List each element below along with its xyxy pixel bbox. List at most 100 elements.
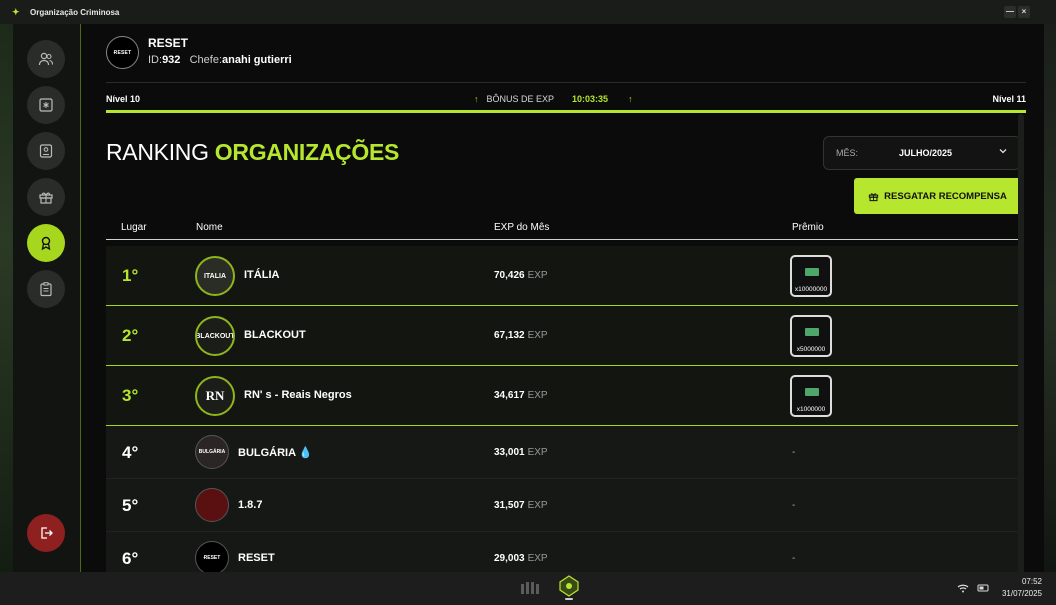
org-id-value: 932 <box>162 54 181 66</box>
avatar-text: ITALIA <box>203 272 227 280</box>
row-place: 6° <box>122 549 139 568</box>
prize-card[interactable]: x5000000 <box>790 315 832 357</box>
row-prize-empty: - <box>792 447 796 458</box>
avatar: ɌESET <box>195 541 229 575</box>
minimize-button[interactable]: — <box>1004 6 1016 18</box>
row-place: 2° <box>122 326 139 345</box>
taskbar-clock[interactable]: 07:52 31/07/2025 <box>1002 576 1042 600</box>
current-level: Nível 10 <box>106 94 141 104</box>
org-row-name: ITÁLIA <box>244 269 280 281</box>
row-exp-value: 29,003 <box>494 553 525 564</box>
row-exp: 33,001 EXP <box>494 447 548 458</box>
system-tray[interactable] <box>956 582 992 594</box>
org-logo: ɌESET <box>106 36 139 69</box>
row-exp-unit: EXP <box>527 553 548 564</box>
sidebar-item-members[interactable] <box>27 40 65 78</box>
col-place: Lugar <box>121 222 147 233</box>
row-exp-value: 34,617 <box>494 390 525 401</box>
row-place: 1° <box>122 266 139 285</box>
avatar-text: RN <box>205 388 225 403</box>
clock-time: 07:52 <box>1021 577 1042 586</box>
clock-date: 31/07/2025 <box>1001 589 1042 598</box>
row-exp-value: 67,132 <box>494 330 525 341</box>
money-icon <box>805 328 819 336</box>
sidebar-item-ranking[interactable] <box>27 224 65 262</box>
ranking-table-header: Lugar Nome EXP do Mês Prêmio <box>106 220 1021 240</box>
sidebar-item-rewards[interactable] <box>27 178 65 216</box>
next-level: Nível 11 <box>992 94 1026 104</box>
month-select[interactable]: MÊS: JULHO/2025 <box>823 136 1021 170</box>
claim-reward-button[interactable]: RESGATAR RECOMPENSA <box>854 178 1021 214</box>
star-box-icon <box>39 98 53 112</box>
logout-icon <box>41 527 53 539</box>
avatar-text: ɌESET <box>203 555 221 561</box>
money-icon <box>805 388 819 396</box>
row-exp-unit: EXP <box>527 447 548 458</box>
page-title: RANKING ORGANIZAÇÕES <box>106 139 399 166</box>
award-icon <box>41 236 51 251</box>
level-progress-bar <box>106 110 1026 113</box>
table-row[interactable]: 5° 1.8.7 31,507 EXP - <box>106 479 1021 532</box>
row-exp: 70,426 EXP <box>494 270 548 281</box>
row-prize-empty: - <box>792 500 796 511</box>
table-row[interactable]: 1° ITALIA ITÁLIA 70,426 EXP x10000000 <box>106 246 1021 306</box>
exp-bonus: ↑ BÔNUS DE EXP 10:03:35 ↑ <box>474 94 633 104</box>
prize-card[interactable]: x1000000 <box>790 375 832 417</box>
avatar: RN <box>195 376 235 416</box>
scrollbar[interactable] <box>1018 114 1024 574</box>
avatar-text: BLACKOUT <box>195 332 235 340</box>
org-row-name: BLACKOUT <box>244 329 306 341</box>
prize-card[interactable]: x10000000 <box>790 255 832 297</box>
sidebar <box>13 24 81 572</box>
title-organizations: ORGANIZAÇÕES <box>214 139 400 165</box>
background-edge-right <box>1044 24 1056 572</box>
avatar <box>195 488 229 522</box>
window-title: Organização Criminosa <box>30 7 120 17</box>
taskbar-game-icon[interactable] <box>557 574 581 598</box>
table-row[interactable]: 4° BULGÁRIA BULGÁRIA 💧 33,001 EXP - <box>106 426 1021 479</box>
table-row[interactable]: 3° RN RN' s - Reais Negros 34,617 EXP x10… <box>106 366 1021 426</box>
close-button[interactable]: × <box>1018 6 1030 18</box>
avatar: BLACKOUT <box>195 316 235 356</box>
month-value: JULHO/2025 <box>899 148 953 158</box>
claim-reward-label: RESGATAR RECOMPENSA <box>884 190 1007 202</box>
org-boss-label: Chefe: <box>189 54 223 66</box>
taskbar-app-icon[interactable] <box>518 580 542 596</box>
avatar: ITALIA <box>195 256 235 296</box>
logout-button[interactable] <box>27 514 65 552</box>
id-card-icon <box>39 144 53 158</box>
table-row[interactable]: 2° BLACKOUT BLACKOUT 67,132 EXP x5000000 <box>106 306 1021 366</box>
header-divider <box>106 82 1026 83</box>
sidebar-item-perks[interactable] <box>27 86 65 124</box>
chevron-down-icon <box>999 149 1007 154</box>
gift-icon <box>869 192 879 201</box>
row-exp: 34,617 EXP <box>494 390 548 401</box>
prize-quantity: x1000000 <box>796 406 826 413</box>
row-place: 4° <box>122 443 139 462</box>
org-id-label: ID: <box>148 54 163 66</box>
row-place: 3° <box>122 386 139 405</box>
row-exp-unit: EXP <box>527 270 548 281</box>
avatar: BULGÁRIA <box>195 435 229 469</box>
org-row-name: RN' s - Reais Negros <box>244 389 352 401</box>
sidebar-item-profile[interactable] <box>27 132 65 170</box>
avatar-text: BULGÁRIA <box>198 449 226 455</box>
row-exp-value: 33,001 <box>494 447 525 458</box>
col-name: Nome <box>196 222 223 233</box>
row-exp: 31,507 EXP <box>494 500 548 511</box>
month-label: MÊS: <box>836 148 859 158</box>
sidebar-item-tasks[interactable] <box>27 270 65 308</box>
org-name: RESET <box>148 36 189 50</box>
col-exp: EXP do Mês <box>494 222 550 233</box>
clipboard-icon <box>40 282 52 297</box>
arrow-up-icon: ↑ <box>628 94 633 104</box>
app-window: ɌESET RESET ID:932 Chefe:anahi gutierri … <box>13 24 1044 585</box>
col-prize: Prêmio <box>792 222 824 233</box>
taskbar-active-indicator <box>565 598 573 600</box>
prize-quantity: x10000000 <box>794 286 828 293</box>
row-exp: 67,132 EXP <box>494 330 548 341</box>
users-icon <box>38 52 54 66</box>
gift-icon <box>39 192 53 204</box>
row-exp-unit: EXP <box>527 390 548 401</box>
bonus-timer: 10:03:35 <box>572 94 609 104</box>
